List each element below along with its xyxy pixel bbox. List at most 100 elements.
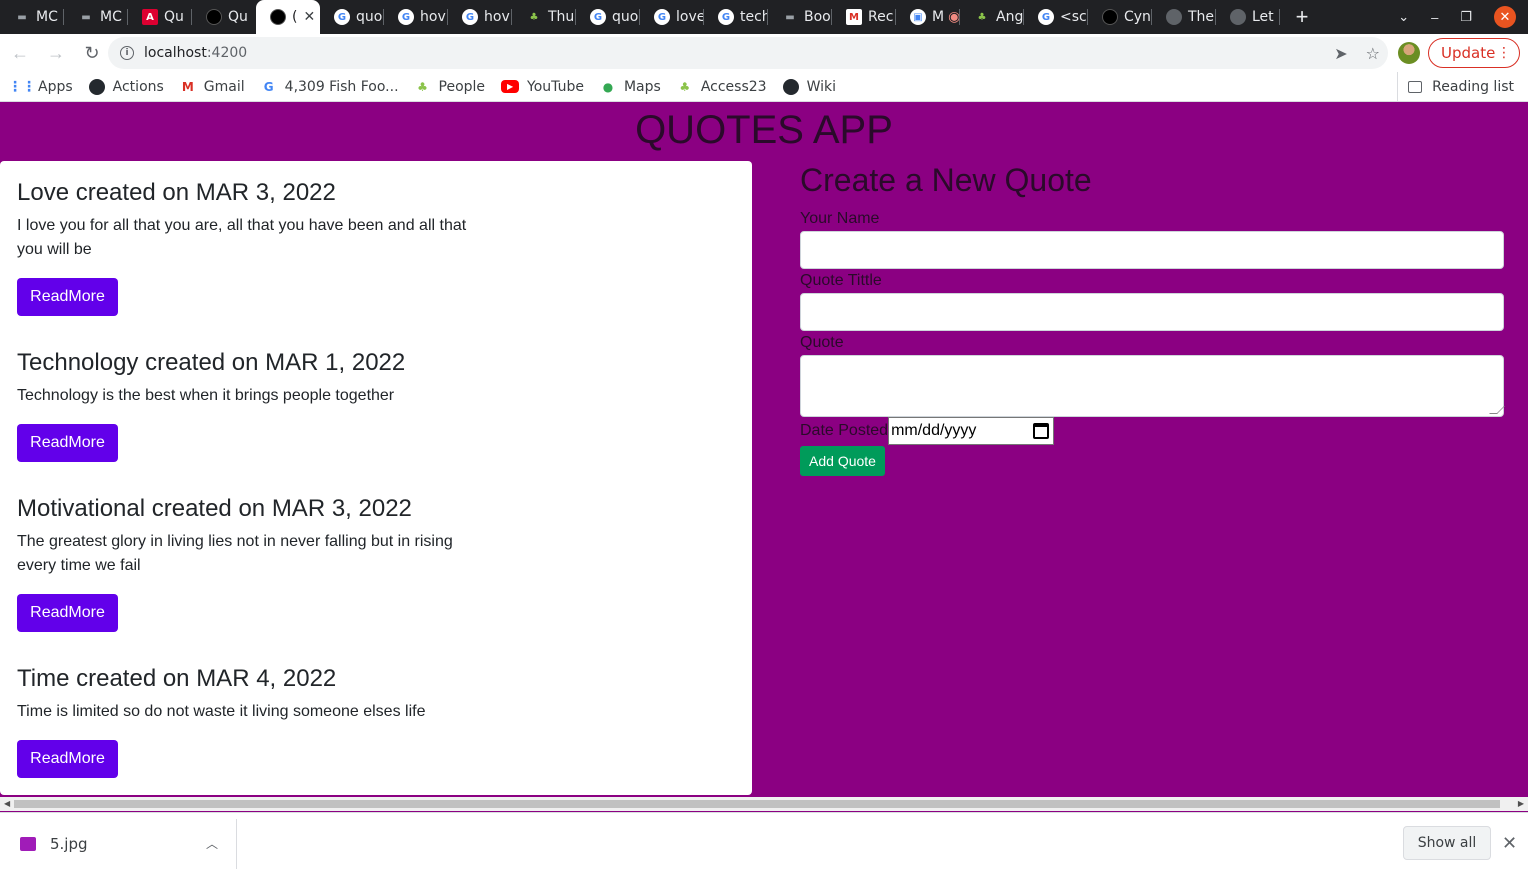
tab[interactable]: Gtech [704, 0, 768, 34]
tab[interactable]: ▬ Boo [768, 0, 832, 34]
readmore-button[interactable]: ReadMore [17, 424, 118, 462]
leaf-icon: ♣ [417, 79, 428, 94]
tab-title: Thu [548, 9, 575, 25]
bookmark-people[interactable]: ♣ People [415, 79, 485, 95]
bookmark-actions[interactable]: Actions [88, 78, 164, 95]
download-item[interactable]: 5.jpg ︿ [0, 819, 237, 869]
tab[interactable]: A Qu [128, 0, 192, 34]
bookmark-label: YouTube [527, 78, 584, 95]
horizontal-scrollbar[interactable]: ◀ ▶ [0, 797, 1528, 811]
send-icon[interactable]: ➤ [1334, 44, 1347, 63]
quote-textarea[interactable] [800, 355, 1505, 417]
tab-title: MC [36, 9, 58, 25]
calendar-icon[interactable] [1033, 423, 1050, 439]
title-field[interactable] [800, 293, 1504, 331]
new-tab-button[interactable]: + [1280, 0, 1324, 34]
google-icon: G [462, 9, 478, 25]
minimize-icon[interactable]: – [1431, 10, 1438, 25]
tab[interactable]: Qu [192, 0, 256, 34]
bookmark-maps[interactable]: ● Maps [600, 79, 661, 95]
address-bar[interactable]: i localhost:4200 ➤ ☆ [108, 37, 1388, 69]
date-placeholder: mm/dd/yyyy [891, 422, 977, 439]
scroll-right-icon[interactable]: ▶ [1518, 799, 1524, 808]
google-icon: G [718, 9, 734, 25]
star-icon[interactable]: ☆ [1366, 44, 1380, 63]
quote-heading: Time created on MAR 4, 2022 [17, 665, 337, 692]
readmore-button[interactable]: ReadMore [17, 740, 118, 778]
bookmark-access23[interactable]: ♣ Access23 [677, 79, 766, 95]
restore-icon[interactable]: ❐ [1460, 9, 1472, 25]
tab[interactable]: ▣ M ◉ [896, 0, 960, 34]
scroll-left-icon[interactable]: ◀ [4, 799, 10, 808]
tab[interactable]: The [1152, 0, 1216, 34]
url-port: :4200 [206, 45, 248, 61]
back-arrow-icon[interactable]: ← [4, 37, 36, 69]
quote-heading: Technology created on MAR 1, 2022 [17, 349, 406, 376]
tab[interactable]: Ghov [448, 0, 512, 34]
window-close-icon[interactable]: ✕ [1494, 6, 1516, 28]
title-label: Quote Tittle [800, 272, 882, 289]
gmail-icon: M [846, 9, 862, 25]
update-button[interactable]: Update ⋮ [1428, 38, 1520, 68]
google-icon: G [334, 9, 350, 25]
reading-list-button[interactable]: Reading list [1397, 72, 1514, 102]
tab[interactable]: Gquo [576, 0, 640, 34]
site-info-icon[interactable]: i [120, 46, 134, 60]
reload-icon[interactable]: ↻ [76, 37, 108, 69]
close-icon[interactable]: ✕ [303, 9, 315, 25]
tab[interactable]: Let [1216, 0, 1280, 34]
tab-active[interactable]: (✕ [256, 0, 320, 34]
window-controls: ⌄ – ❐ ✕ [1398, 0, 1528, 34]
bookmark-label: Actions [112, 78, 164, 95]
show-all-button[interactable]: Show all [1403, 826, 1491, 860]
tab[interactable]: ▬ MC [64, 0, 128, 34]
bookmark-apps[interactable]: ⋮⋮ Apps [8, 78, 73, 95]
tab[interactable]: G <sc [1024, 0, 1088, 34]
tab-title: quo [612, 9, 639, 25]
tab[interactable]: Gquo [320, 0, 384, 34]
tab[interactable]: ▬ MC [0, 0, 64, 34]
globe-icon [1166, 9, 1182, 25]
bookmark-label: Apps [38, 78, 73, 95]
tab[interactable]: ♣ Thu [512, 0, 576, 34]
quote-label: Quote [800, 334, 844, 351]
tab[interactable]: ♣ Ang [960, 0, 1024, 34]
tab-title: ( [292, 9, 298, 25]
bookmark-gmail[interactable]: M Gmail [180, 79, 245, 95]
avatar[interactable] [1398, 42, 1420, 64]
quote-text: Technology is the best when it brings pe… [17, 387, 395, 404]
globe-icon [1230, 9, 1246, 25]
tab[interactable]: Cyn [1088, 0, 1152, 34]
forward-arrow-icon[interactable]: → [40, 37, 72, 69]
readmore-button[interactable]: ReadMore [17, 594, 118, 632]
readmore-button[interactable]: ReadMore [17, 278, 118, 316]
bookmark-wiki[interactable]: Wiki [782, 78, 836, 95]
tab-title: MC [100, 9, 122, 25]
tab[interactable]: Glove [640, 0, 704, 34]
tab[interactable]: Ghov [384, 0, 448, 34]
quote-text: Time is limited so do not waste it livin… [17, 703, 426, 720]
date-field[interactable]: mm/dd/yyyy [888, 417, 1055, 445]
gmail-icon: M [181, 79, 194, 94]
angular-icon: A [142, 9, 158, 25]
chevron-up-icon[interactable]: ︿ [206, 835, 218, 852]
quote-heading: Love created on MAR 3, 2022 [17, 179, 336, 206]
scrollbar-thumb[interactable] [14, 800, 1500, 808]
tab-title: quo [356, 9, 383, 25]
bookmark-fish-food[interactable]: G 4,309 Fish Foo... [261, 79, 399, 95]
bookmark-label: Wiki [806, 78, 836, 95]
github-icon [88, 78, 105, 95]
leaf-icon: ♣ [529, 11, 539, 23]
bookmark-youtube[interactable]: ▶ YouTube [501, 79, 584, 95]
tab-title: Let [1252, 9, 1274, 25]
close-icon[interactable]: ✕ [1502, 833, 1517, 854]
add-quote-button[interactable]: Add Quote [800, 446, 885, 476]
resize-handle-icon[interactable] [1489, 406, 1505, 414]
date-label: Date Posted [800, 422, 889, 439]
image-file-icon [20, 837, 36, 851]
tab[interactable]: M Rec [832, 0, 896, 34]
name-field[interactable] [800, 231, 1504, 269]
tab-search-icon[interactable]: ⌄ [1398, 9, 1409, 25]
tab-title: Qu [228, 9, 248, 25]
tab-title: Rec [868, 9, 894, 25]
